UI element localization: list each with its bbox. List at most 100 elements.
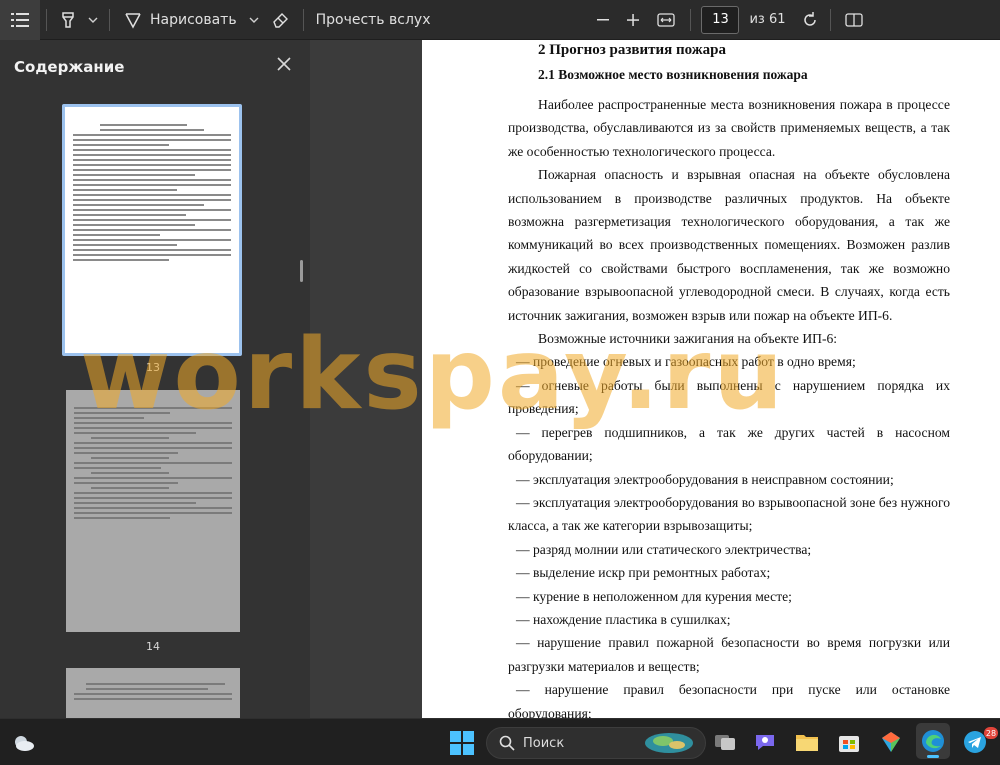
thumb-text-line [74, 698, 232, 700]
rotate-icon [803, 11, 816, 26]
taskbar-search[interactable]: Поиск [486, 727, 706, 759]
contents-toggle-button[interactable] [0, 0, 40, 40]
highlight-button[interactable] [53, 0, 83, 40]
toolbar: Нарисовать Прочесть вслух 13 из 61 [0, 0, 1000, 40]
page-thumbnail-15[interactable] [66, 668, 240, 718]
thumb-text-line [73, 219, 231, 221]
list-item: — эксплуатация электрооборудования в неи… [516, 471, 894, 487]
thumb-text-line [74, 482, 179, 484]
thumb-text-line [91, 472, 170, 474]
thumb-text-line [74, 432, 196, 434]
thumb-text-line [73, 209, 231, 211]
task-view-button[interactable] [712, 729, 738, 755]
draw-options-button[interactable] [245, 0, 263, 40]
photos-icon [882, 732, 900, 752]
document-viewer[interactable]: 2 Прогноз развития пожара 2.1 Возможное … [310, 40, 1000, 718]
highlight-options-button[interactable] [83, 0, 103, 40]
rotate-button[interactable] [796, 0, 824, 40]
list-item: — огневые работы были выполнены с наруше… [508, 377, 950, 417]
thumb-text-line [73, 154, 231, 156]
chat-icon [756, 735, 774, 750]
thumb-text-line [86, 683, 226, 685]
list-item: — нахождение пластика в сушилках; [516, 611, 731, 627]
contents-pane: Содержание 13 14 [0, 40, 310, 718]
read-aloud-button[interactable]: Прочесть вслух [310, 0, 437, 40]
thumb-text-line [74, 442, 232, 444]
store-button[interactable] [836, 729, 862, 755]
erase-button[interactable] [263, 0, 297, 40]
thumb-text-line [91, 487, 170, 489]
chat-button[interactable] [752, 729, 778, 755]
zoom-in-button[interactable] [618, 0, 648, 40]
list-item: — эксплуатация электрооборудования во вз… [508, 494, 950, 534]
search-label: Поиск [523, 735, 565, 751]
thumb-text-line [74, 512, 232, 514]
active-indicator [927, 755, 939, 758]
thumb-text-line [73, 259, 169, 261]
thumb-text-line [73, 254, 231, 256]
zoom-out-button[interactable] [588, 0, 618, 40]
list-item: — проведение огневых и газоопасных работ… [516, 354, 856, 370]
thumb-text-line [73, 144, 169, 146]
thumb-text-line [73, 249, 231, 251]
thumb-text-line [74, 412, 170, 414]
thumb-text-line [74, 477, 232, 479]
highlighter-icon [62, 11, 74, 28]
divider [690, 8, 692, 31]
thumbnail-page-number: 13 [146, 361, 160, 374]
thumb-text-line [73, 174, 195, 176]
thumb-text-line [74, 452, 179, 454]
document-page: 2 Прогноз развития пожара 2.1 Возможное … [422, 40, 1000, 718]
thumb-text-line [74, 693, 232, 695]
list-item: — выделение искр при ремонтных работах; [516, 565, 771, 581]
list-item: — перегрев подшипников, а так же других … [508, 424, 950, 464]
page-thumbnail-13[interactable] [62, 104, 242, 356]
thumb-text-line [73, 234, 160, 236]
weather-widget[interactable] [10, 731, 36, 753]
edge-icon [922, 730, 944, 752]
edge-button[interactable] [916, 723, 950, 759]
thumb-text-line [73, 179, 231, 181]
fit-width-button[interactable] [648, 0, 684, 40]
page-number-input[interactable]: 13 [701, 5, 740, 34]
list-item: — нарушение правил безопасности при пуск… [508, 682, 950, 718]
divider [46, 8, 47, 31]
section-heading: 2 Прогноз развития пожара [538, 42, 726, 58]
thumb-text-line [74, 407, 232, 409]
page-total-label: из 61 [749, 12, 786, 27]
read-aloud-label: Прочесть вслух [315, 11, 431, 28]
subsection-heading: 2.1 Возможное место возникновения пожара [538, 67, 808, 82]
minus-icon [597, 18, 610, 20]
paragraph: Наиболее распространенные места возникно… [508, 97, 950, 159]
chevron-down-icon [88, 17, 98, 23]
notification-badge: 28 [984, 727, 998, 739]
thumb-text-line [73, 199, 231, 201]
fit-width-icon [657, 12, 676, 27]
thumb-text-line [73, 229, 231, 231]
pen-icon [125, 12, 141, 29]
start-button[interactable] [450, 731, 474, 755]
thumb-text-line [86, 688, 208, 690]
widget-icon [645, 733, 693, 753]
page-view-button[interactable] [837, 0, 871, 40]
thumb-text-line [73, 164, 231, 166]
contents-title: Содержание [14, 58, 125, 76]
taskbar: Поиск 28 [0, 718, 1000, 765]
thumb-text-line [73, 214, 187, 216]
file-explorer-button[interactable] [794, 729, 820, 755]
thumb-text-line [74, 427, 232, 429]
divider [829, 8, 831, 31]
thumb-text-line [73, 189, 178, 191]
page-total: из 61 [739, 0, 795, 40]
thumb-text-line [74, 497, 232, 499]
close-contents-button[interactable] [274, 54, 294, 74]
draw-button[interactable]: Нарисовать [116, 0, 245, 40]
page-thumbnail-14[interactable] [66, 390, 240, 632]
photos-button[interactable] [878, 729, 904, 755]
chevron-down-icon [249, 17, 259, 23]
thumbnail-page-number: 14 [146, 640, 160, 653]
close-icon [277, 57, 291, 71]
sidebar-scrollbar[interactable] [300, 260, 303, 282]
draw-label: Нарисовать [150, 11, 237, 28]
divider [302, 8, 304, 31]
